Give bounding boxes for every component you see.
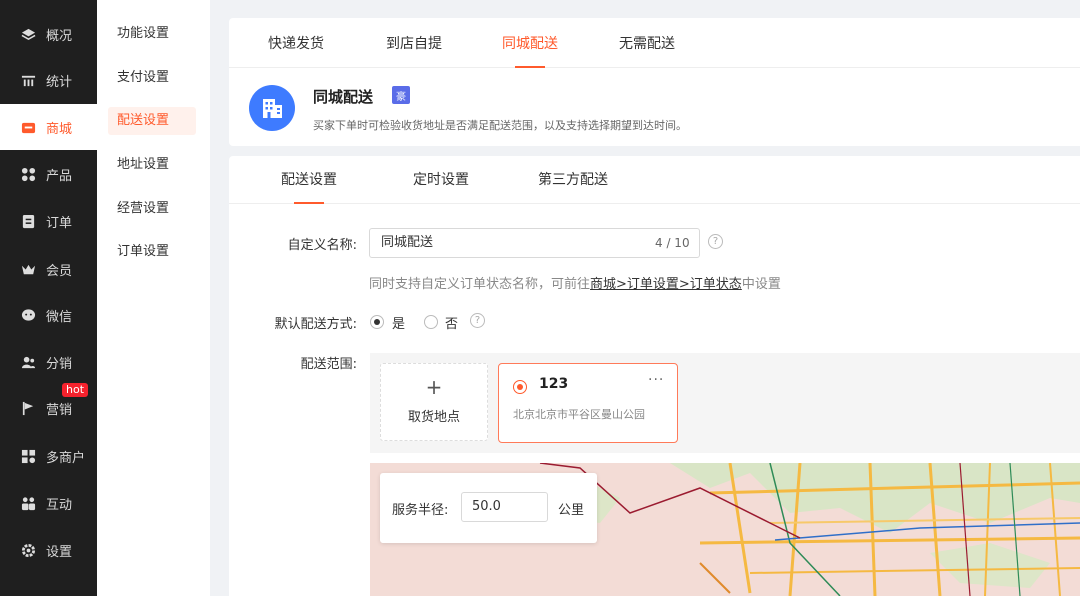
tab-schedule-settings[interactable]: 定时设置 bbox=[413, 156, 469, 204]
menu-item-distribution[interactable]: 分销 bbox=[0, 339, 97, 385]
users-icon bbox=[20, 354, 36, 370]
menu-label: 统计 bbox=[46, 74, 73, 90]
submenu-delivery-settings[interactable]: 配送设置 bbox=[108, 107, 196, 135]
store-icon bbox=[20, 448, 36, 464]
order-status-link[interactable]: 商城>订单设置>订单状态 bbox=[590, 277, 742, 292]
delivery-type-card: 快递发货 到店自提 同城配送 无需配送 同城配送 豪 买家下单时可检验收货地址是… bbox=[229, 18, 1080, 146]
add-pickup-location-button[interactable]: + 取货地点 bbox=[380, 363, 488, 441]
feature-description: 买家下单时可检验收货地址是否满足配送范围，以及支持选择期望到达时间。 bbox=[313, 119, 687, 132]
service-radius-input[interactable]: 50.0 bbox=[461, 492, 548, 522]
menu-item-settings[interactable]: 设置 bbox=[0, 527, 97, 573]
menu-item-merchants[interactable]: 多商户 bbox=[0, 433, 97, 479]
flag-icon bbox=[20, 400, 36, 416]
delivery-map[interactable]: 服务半径: 50.0 公里 bbox=[370, 463, 1080, 596]
help-icon[interactable]: ? bbox=[470, 313, 485, 328]
menu-label: 多商户 bbox=[46, 450, 86, 466]
menu-label: 产品 bbox=[46, 168, 73, 184]
delivery-type-tabs: 快递发货 到店自提 同城配送 无需配送 bbox=[229, 18, 1080, 68]
settings-tabs: 配送设置 定时设置 第三方配送 bbox=[229, 156, 1080, 204]
tab-third-party-delivery[interactable]: 第三方配送 bbox=[538, 156, 608, 204]
feature-title: 同城配送 bbox=[313, 88, 374, 106]
tab-self-pickup[interactable]: 到店自提 bbox=[386, 18, 442, 68]
menu-label: 商城 bbox=[46, 121, 73, 137]
location-address: 北京北京市平谷区曼山公园 bbox=[513, 408, 645, 421]
menu-item-interaction[interactable]: 互动 bbox=[0, 480, 97, 526]
premium-badge: 豪 bbox=[392, 86, 410, 104]
menu-label: 设置 bbox=[46, 544, 73, 560]
submenu-payment-settings[interactable]: 支付设置 bbox=[108, 64, 196, 92]
add-pickup-label: 取货地点 bbox=[407, 410, 460, 425]
default-delivery-label: 默认配送方式: bbox=[274, 317, 357, 332]
hint-prefix: 同时支持自定义订单状态名称，可前往 bbox=[369, 277, 591, 292]
submenu-business-settings[interactable]: 经营设置 bbox=[108, 195, 196, 223]
menu-label: 会员 bbox=[46, 263, 73, 279]
more-options-icon[interactable]: ··· bbox=[648, 372, 664, 388]
location-radio[interactable] bbox=[513, 380, 527, 394]
gear-icon bbox=[20, 542, 36, 558]
tab-express[interactable]: 快递发货 bbox=[268, 18, 324, 68]
hint-suffix: 中设置 bbox=[741, 277, 781, 292]
menu-label: 分销 bbox=[46, 356, 73, 372]
tab-no-delivery[interactable]: 无需配送 bbox=[619, 18, 675, 68]
chart-icon bbox=[20, 72, 36, 88]
menu-label: 概况 bbox=[46, 28, 73, 44]
grid-icon bbox=[20, 166, 36, 182]
crown-icon bbox=[20, 261, 36, 277]
hot-badge: hot bbox=[62, 383, 89, 397]
name-hint: 同时支持自定义订单状态名称，可前往商城>订单设置>订单状态中设置 bbox=[369, 273, 781, 292]
delivery-settings-card: 配送设置 定时设置 第三方配送 自定义名称: 同城配送 4 / 10 ? 同时支… bbox=[229, 156, 1080, 596]
main-sidebar: 概况 统计 商城 产品 订单 会员 微信 分销 营销 hot 多商户 互动 设置 bbox=[0, 0, 97, 596]
tab-local-delivery[interactable]: 同城配送 bbox=[502, 18, 558, 68]
submenu-function-settings[interactable]: 功能设置 bbox=[108, 20, 196, 48]
custom-name-input[interactable]: 同城配送 bbox=[369, 228, 700, 258]
clipboard-icon bbox=[20, 213, 36, 229]
menu-item-members[interactable]: 会员 bbox=[0, 246, 97, 292]
layers-icon bbox=[20, 26, 36, 42]
radio-yes-label[interactable]: 是 bbox=[392, 313, 405, 332]
pickup-location-card[interactable]: 123 ··· 北京北京市平谷区曼山公园 bbox=[498, 363, 678, 443]
menu-label: 订单 bbox=[46, 215, 73, 231]
custom-name-label: 自定义名称: bbox=[287, 238, 357, 253]
sub-menu: 功能设置 支付设置 配送设置 地址设置 经营设置 订单设置 bbox=[97, 0, 210, 596]
service-radius-unit: 公里 bbox=[558, 503, 585, 518]
service-radius-label: 服务半径: bbox=[392, 503, 449, 518]
menu-item-products[interactable]: 产品 bbox=[0, 151, 97, 197]
submenu-order-settings[interactable]: 订单设置 bbox=[108, 238, 196, 266]
location-name: 123 bbox=[539, 376, 569, 392]
menu-label: 营销 bbox=[46, 402, 73, 418]
menu-item-wechat[interactable]: 微信 bbox=[0, 292, 97, 338]
menu-item-mall[interactable]: 商城 bbox=[0, 104, 97, 150]
radio-no[interactable] bbox=[424, 315, 438, 329]
people-icon bbox=[20, 495, 36, 511]
radio-no-label[interactable]: 否 bbox=[445, 313, 458, 332]
menu-item-orders[interactable]: 订单 bbox=[0, 198, 97, 244]
menu-item-overview[interactable]: 概况 bbox=[0, 11, 97, 57]
menu-item-stats[interactable]: 统计 bbox=[0, 57, 97, 103]
chat-icon bbox=[20, 307, 36, 323]
help-icon[interactable]: ? bbox=[708, 234, 723, 249]
radio-yes[interactable] bbox=[370, 315, 384, 329]
shop-icon bbox=[20, 119, 36, 135]
service-radius-panel: 服务半径: 50.0 公里 bbox=[380, 473, 597, 543]
char-count: 4 / 10 bbox=[655, 236, 690, 250]
menu-label: 互动 bbox=[46, 497, 73, 513]
menu-label: 微信 bbox=[46, 309, 73, 325]
plus-icon: + bbox=[425, 375, 443, 399]
submenu-address-settings[interactable]: 地址设置 bbox=[108, 151, 196, 179]
pickup-locations: + 取货地点 123 ··· 北京北京市平谷区曼山公园 bbox=[370, 353, 1080, 453]
delivery-range-label: 配送范围: bbox=[300, 357, 357, 372]
tab-delivery-settings[interactable]: 配送设置 bbox=[281, 156, 337, 204]
building-icon bbox=[249, 85, 295, 131]
